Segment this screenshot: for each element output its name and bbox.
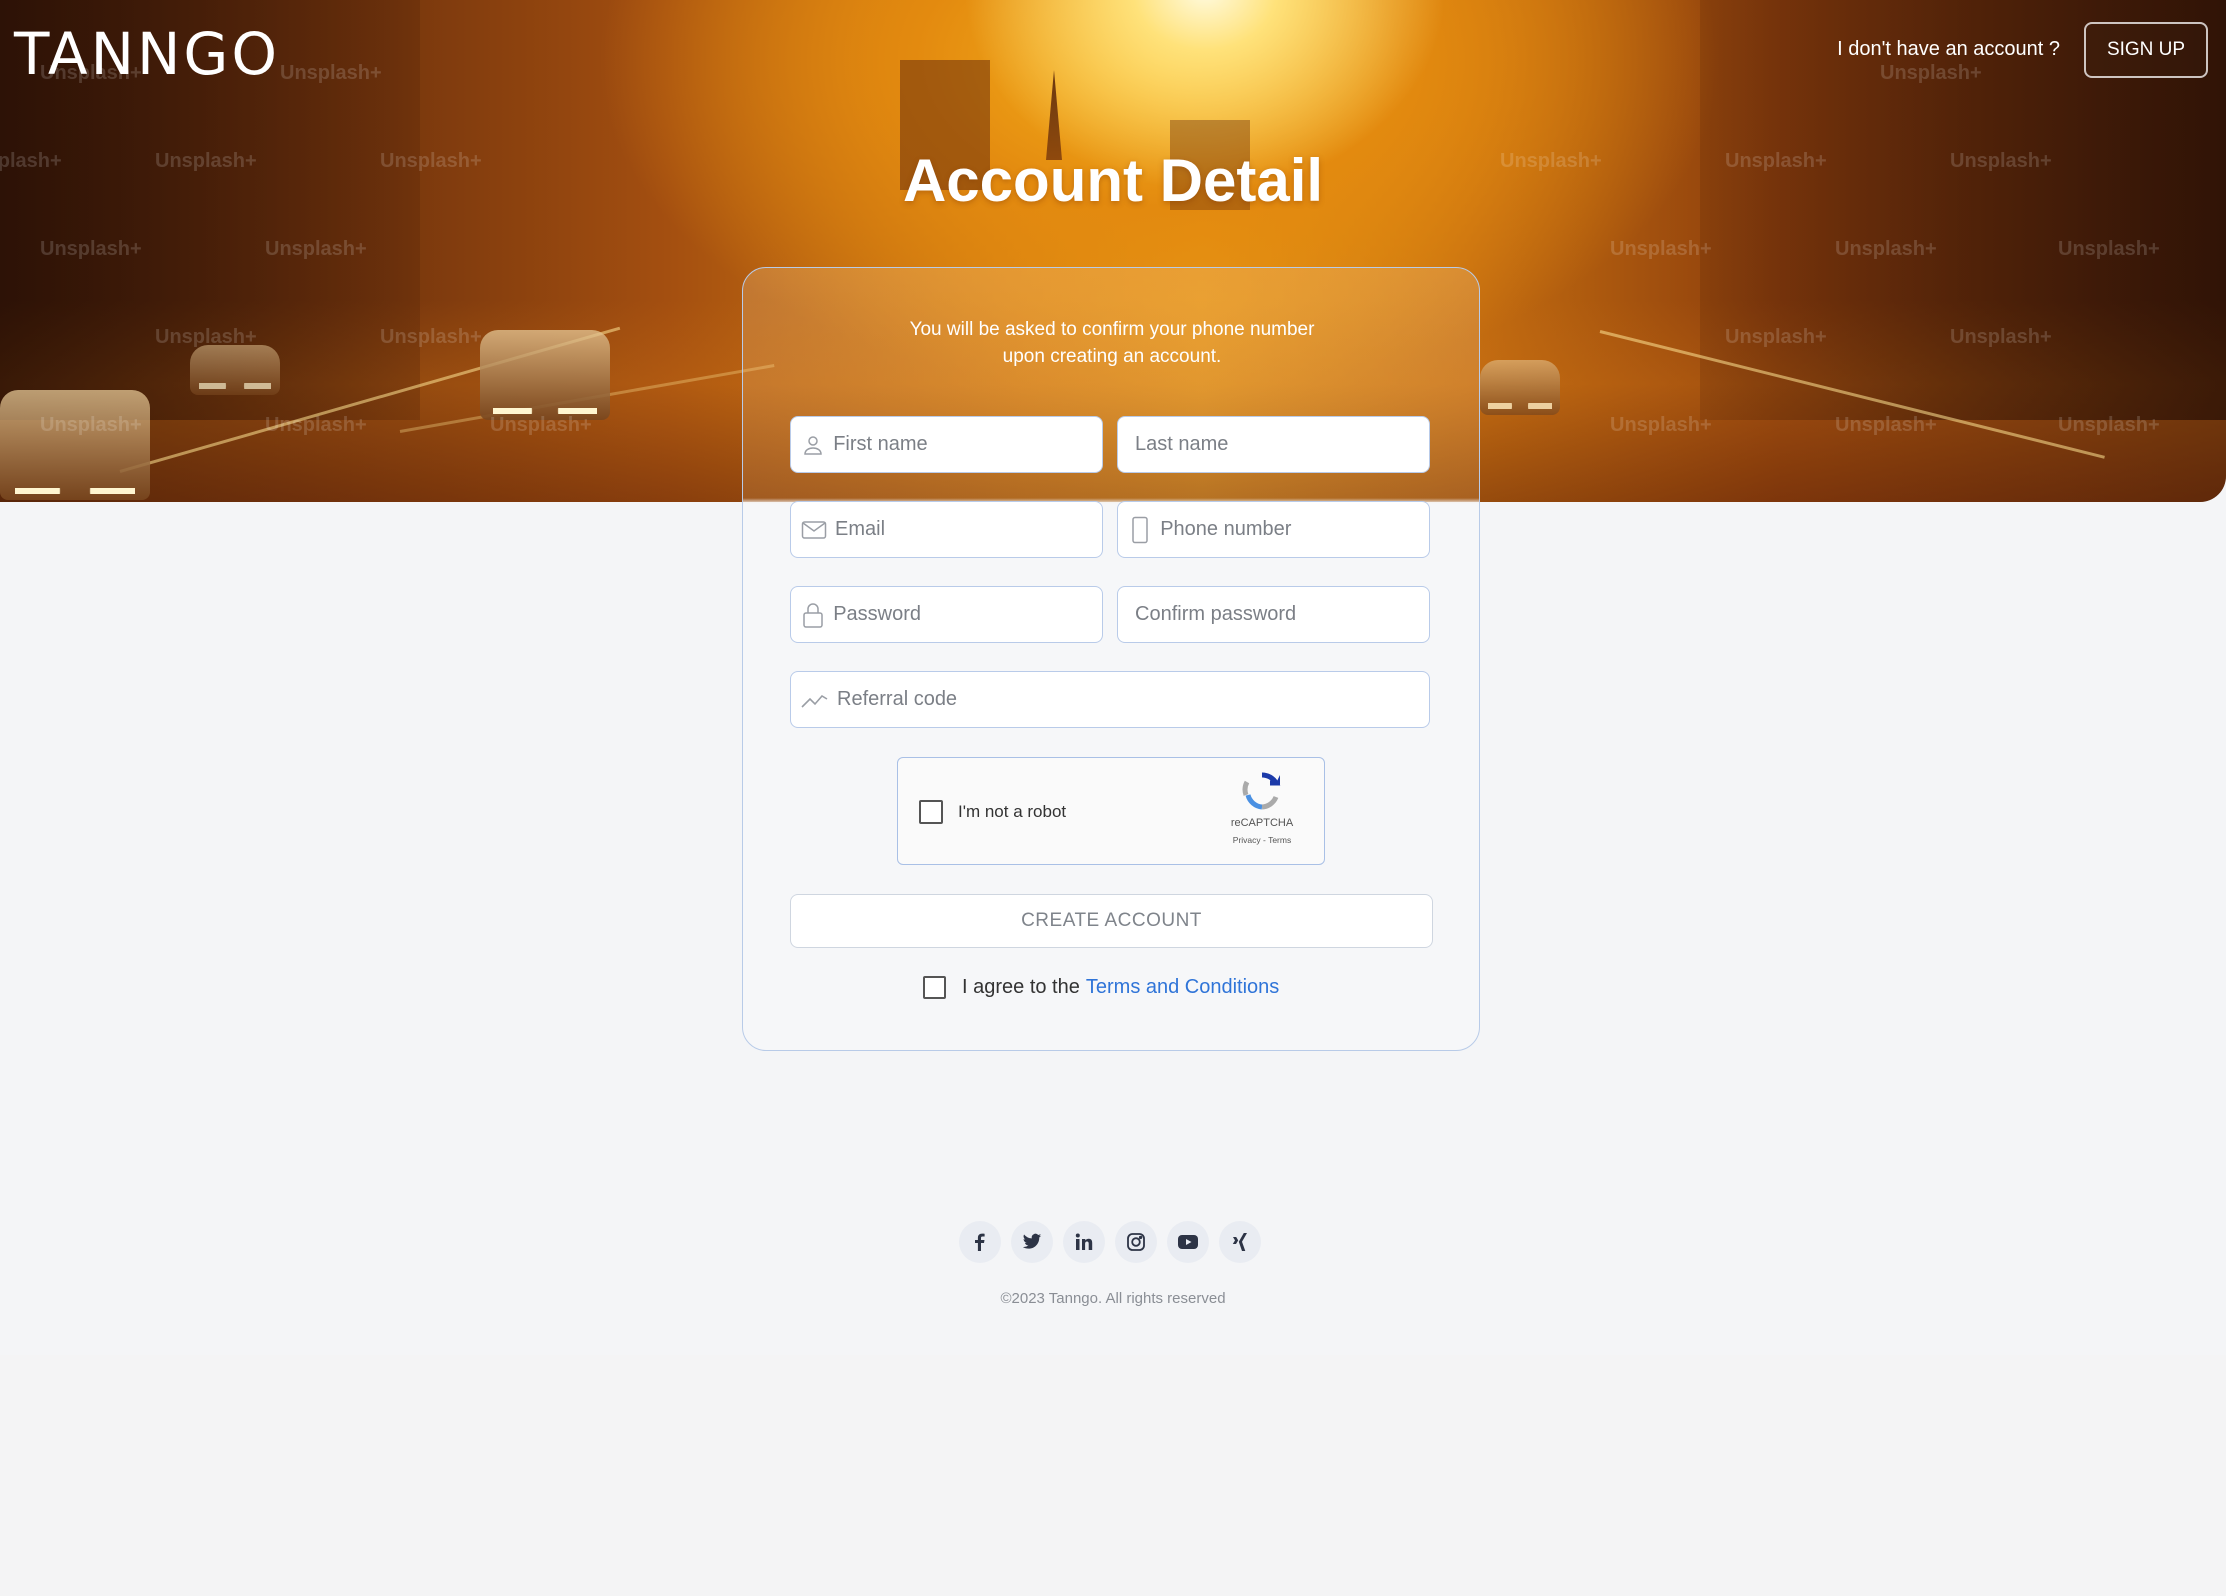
instagram-icon[interactable]: [1115, 1221, 1157, 1263]
watermark: Unsplash+: [2058, 238, 2160, 260]
watermark: Unsplash+: [490, 414, 592, 436]
first-name-input[interactable]: [833, 417, 1102, 472]
terms-agreement: I agree to the Terms and Conditions: [923, 976, 1279, 999]
signup-button[interactable]: SIGN UP: [2084, 22, 2208, 78]
recaptcha-icon: [1242, 772, 1282, 815]
watermark: Unsplash+: [1610, 414, 1712, 436]
hero-car: [0, 390, 150, 500]
email-input[interactable]: [835, 502, 1102, 557]
watermark: Unsplash+: [1880, 62, 1982, 84]
phone-field[interactable]: [1117, 501, 1430, 558]
terms-checkbox[interactable]: [923, 976, 946, 999]
watermark: Unsplash+: [280, 62, 382, 84]
notice-line: You will be asked to confirm your phone …: [909, 319, 1315, 340]
social-links: [959, 1221, 1261, 1263]
no-account-text: I don't have an account ?: [1837, 38, 2060, 60]
phone-icon: [1128, 516, 1152, 544]
agree-text: I agree to the: [962, 976, 1080, 998]
xing-icon[interactable]: [1219, 1221, 1261, 1263]
first-name-field[interactable]: [790, 416, 1103, 473]
phone-input[interactable]: [1160, 502, 1429, 557]
confirm-password-input[interactable]: [1118, 587, 1429, 642]
recaptcha-label: I'm not a robot: [958, 802, 1067, 821]
phone-confirm-notice: You will be asked to confirm your phone …: [743, 316, 1481, 370]
watermark: Unsplash+: [380, 326, 482, 348]
copyright-text: ©2023 Tanngo. All rights reserved: [1000, 1290, 1226, 1307]
user-icon: [801, 431, 825, 459]
confirm-password-field[interactable]: [1117, 586, 1430, 643]
last-name-input[interactable]: [1118, 417, 1429, 472]
watermark: Unsplash+: [265, 414, 367, 436]
referral-field[interactable]: [790, 671, 1430, 728]
watermark: Unsplash+: [1835, 414, 1937, 436]
page-title: Account Detail: [902, 147, 1324, 214]
watermark: Unsplash+: [1610, 238, 1712, 260]
hero-car: [1480, 360, 1560, 415]
referral-input[interactable]: [837, 672, 1429, 727]
notice-line: upon creating an account.: [1002, 346, 1222, 367]
hero-car: [480, 330, 610, 420]
watermark: Unsplash+: [1835, 238, 1937, 260]
signup-form-card: You will be asked to confirm your phone …: [742, 267, 1480, 1051]
password-input[interactable]: [833, 587, 1102, 642]
lock-icon: [801, 601, 825, 629]
recaptcha-branding: reCAPTCHA Privacy - Terms: [1222, 772, 1302, 845]
watermark: Unsplash+: [1725, 326, 1827, 348]
watermark: Unsplash+: [265, 238, 367, 260]
last-name-field[interactable]: [1117, 416, 1430, 473]
terms-link[interactable]: Terms and Conditions: [1086, 976, 1279, 999]
recaptcha-checkbox[interactable]: [919, 800, 943, 824]
footer-band: [0, 1355, 2226, 1596]
trend-line-icon: [801, 686, 829, 714]
recaptcha-widget: I'm not a robot reCAPTCHA Privacy - Term…: [897, 757, 1325, 865]
email-field[interactable]: [790, 501, 1103, 558]
watermark: Unsplash+: [40, 238, 142, 260]
recaptcha-brand: reCAPTCHA: [1230, 817, 1294, 829]
watermark: Unsplash+: [155, 326, 257, 348]
password-field[interactable]: [790, 586, 1103, 643]
linkedin-icon[interactable]: [1063, 1221, 1105, 1263]
hero-car: [190, 345, 280, 395]
twitter-icon[interactable]: [1011, 1221, 1053, 1263]
facebook-icon[interactable]: [959, 1221, 1001, 1263]
watermark: Unsplash+: [2058, 414, 2160, 436]
watermark: Unsplash+: [1950, 326, 2052, 348]
watermark: Unsplash+: [40, 414, 142, 436]
youtube-icon[interactable]: [1167, 1221, 1209, 1263]
create-account-button[interactable]: CREATE ACCOUNT: [790, 894, 1433, 948]
envelope-icon: [801, 516, 827, 544]
recaptcha-links[interactable]: Privacy - Terms: [1222, 835, 1302, 845]
brand-logo[interactable]: TANNGO: [14, 20, 280, 88]
